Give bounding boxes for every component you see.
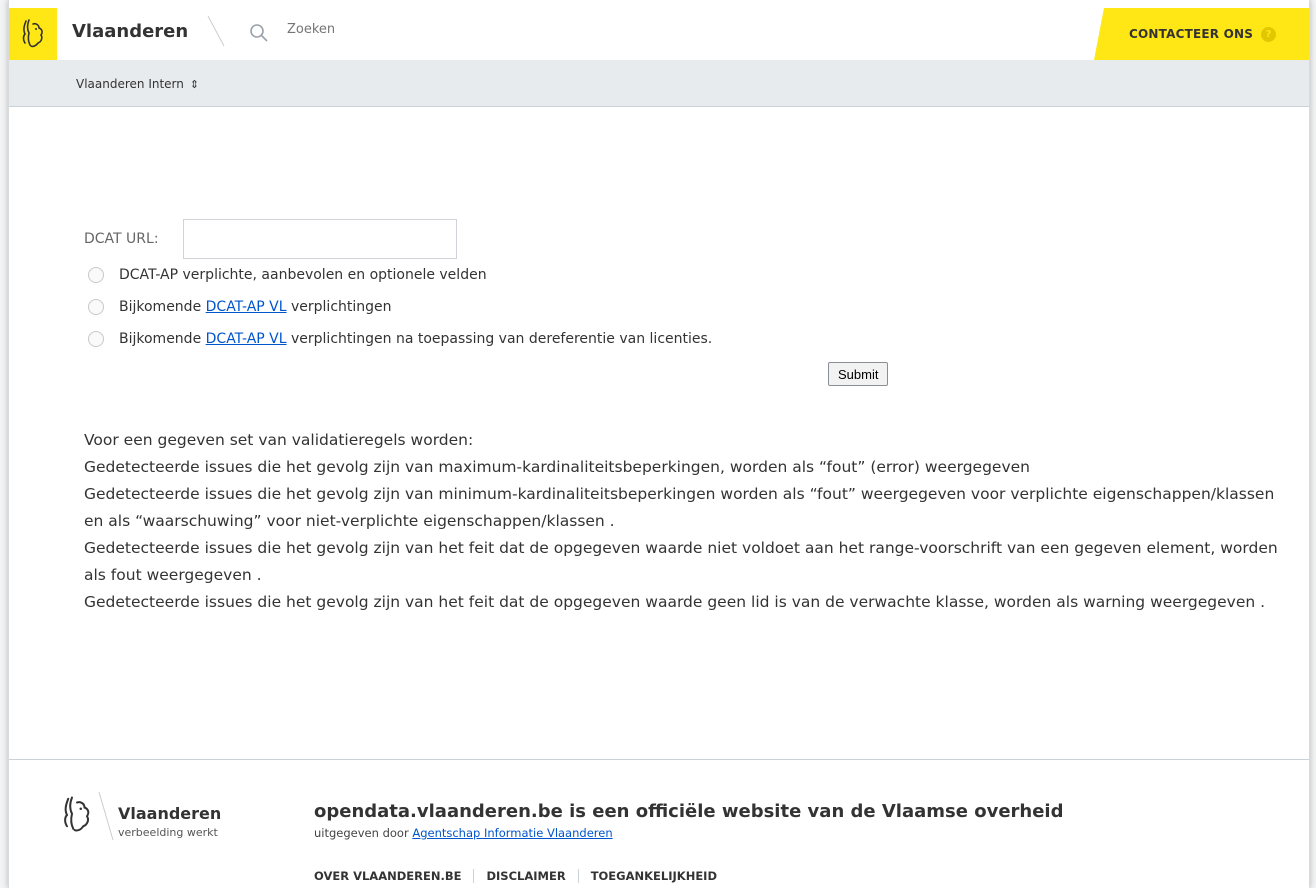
footer-title: opendata.vlaanderen.be is een officiële … bbox=[314, 801, 1064, 822]
footer-tagline: verbeelding werkt bbox=[118, 826, 218, 839]
lion-icon bbox=[22, 19, 43, 48]
radio-option-dcat-ap[interactable]: DCAT-AP verplichte, aanbevolen en option… bbox=[88, 267, 487, 283]
subnav-label: Vlaanderen Intern bbox=[76, 77, 184, 91]
info-rule-max: Gedetecteerde issues die het gevolg zijn… bbox=[84, 458, 1030, 476]
option-label-suffix: verplichtingen bbox=[286, 299, 392, 315]
sub-navigation: Vlaanderen Intern ⇕ bbox=[9, 60, 1309, 107]
option-label-prefix: Bijkomende bbox=[119, 331, 206, 347]
info-intro: Voor een gegeven set van validatieregels… bbox=[84, 431, 474, 449]
radio-button[interactable] bbox=[88, 331, 104, 347]
published-by-text: uitgegeven door bbox=[314, 826, 413, 840]
info-rule-min: Gedetecteerde issues die het gevolg zijn… bbox=[84, 485, 1275, 530]
header-divider bbox=[207, 15, 225, 47]
option-label-suffix: verplichtingen na toepassing van derefer… bbox=[286, 331, 713, 347]
agency-link[interactable]: Agentschap Informatie Vlaanderen bbox=[412, 826, 612, 840]
contact-label: CONTACTEER ONS bbox=[1129, 27, 1254, 41]
footer-lion-icon bbox=[64, 796, 90, 832]
radio-button[interactable] bbox=[88, 267, 104, 283]
dcat-url-label: DCAT URL: bbox=[84, 231, 159, 247]
site-header: Vlaanderen CONTACTEER ONS ? bbox=[9, 0, 1309, 60]
link-separator bbox=[577, 869, 579, 883]
footer-publisher: uitgegeven door Agentschap Informatie Vl… bbox=[314, 826, 613, 840]
info-rule-range: Gedetecteerde issues die het gevolg zijn… bbox=[84, 539, 1278, 584]
page-frame: Vlaanderen CONTACTEER ONS ? Vlaanderen I… bbox=[8, 0, 1310, 888]
brand-name[interactable]: Vlaanderen bbox=[72, 21, 188, 42]
info-rule-class: Gedetecteerde issues die het gevolg zijn… bbox=[84, 593, 1266, 611]
dcat-ap-vl-link[interactable]: DCAT-AP VL bbox=[206, 331, 287, 347]
footer-link-disclaimer[interactable]: DISCLAIMER bbox=[486, 869, 565, 883]
submit-button[interactable]: Submit bbox=[828, 362, 889, 386]
footer-link-toegankelijkheid[interactable]: TOEGANKELIJKHEID bbox=[591, 869, 717, 883]
footer-links: OVER VLAANDEREN.BE DISCLAIMER TOEGANKELI… bbox=[314, 869, 717, 883]
help-icon: ? bbox=[1261, 26, 1277, 42]
search-icon[interactable] bbox=[249, 23, 269, 43]
option-label-prefix: Bijkomende bbox=[119, 299, 206, 315]
validation-info: Voor een gegeven set van validatieregels… bbox=[84, 427, 1284, 616]
footer-link-over[interactable]: OVER VLAANDEREN.BE bbox=[314, 869, 461, 883]
radio-button[interactable] bbox=[88, 299, 104, 315]
search-input[interactable] bbox=[287, 22, 587, 37]
contact-button[interactable]: CONTACTEER ONS ? bbox=[1094, 8, 1309, 60]
footer-divider-slash bbox=[98, 791, 114, 841]
vlaanderen-lion-logo[interactable] bbox=[9, 8, 57, 60]
footer-divider bbox=[9, 759, 1309, 760]
dcat-ap-vl-link[interactable]: DCAT-AP VL bbox=[206, 299, 287, 315]
link-separator bbox=[473, 869, 475, 883]
radio-option-dcat-ap-vl-licenses[interactable]: Bijkomende DCAT-AP VL verplichtingen na … bbox=[88, 331, 712, 347]
chevron-updown-icon: ⇕ bbox=[189, 78, 200, 91]
subnav-dropdown[interactable]: Vlaanderen Intern ⇕ bbox=[76, 77, 199, 91]
dcat-url-input[interactable] bbox=[183, 219, 457, 259]
option-label: DCAT-AP verplichte, aanbevolen en option… bbox=[119, 267, 487, 283]
footer-brand: Vlaanderen bbox=[118, 804, 222, 823]
radio-option-dcat-ap-vl[interactable]: Bijkomende DCAT-AP VL verplichtingen bbox=[88, 299, 392, 315]
